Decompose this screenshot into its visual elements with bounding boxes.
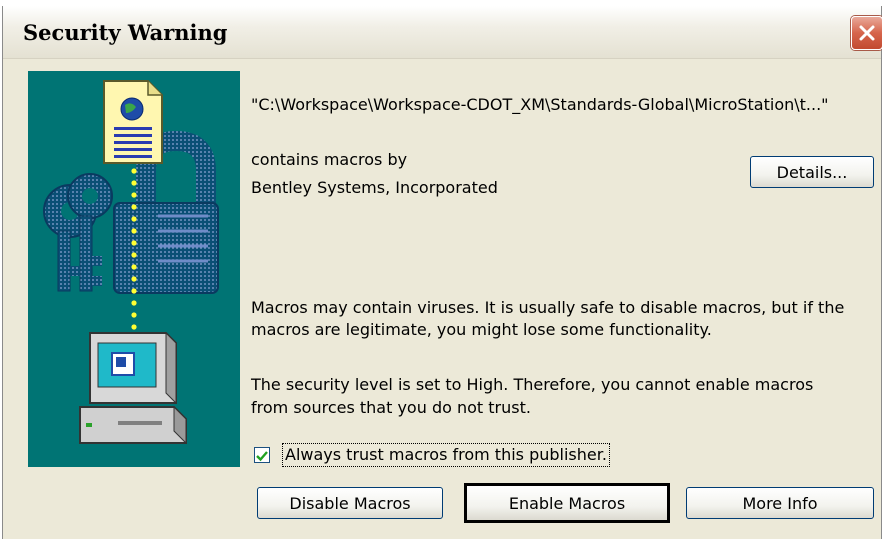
- security-text-line1: The security level is set to High. There…: [251, 375, 814, 394]
- dialog-title: Security Warning: [23, 20, 228, 45]
- details-button[interactable]: Details...: [750, 156, 874, 188]
- contains-macros-label: contains macros by: [251, 150, 408, 169]
- enable-macros-button[interactable]: Enable Macros: [464, 483, 670, 523]
- security-illustration: [28, 71, 240, 467]
- file-path: "C:\Workspace\Workspace-CDOT_XM\Standard…: [251, 95, 829, 114]
- close-icon: [859, 25, 875, 41]
- title-bar[interactable]: Security Warning: [3, 6, 882, 59]
- disable-macros-button[interactable]: Disable Macros: [257, 487, 443, 519]
- publisher-name: Bentley Systems, Incorporated: [251, 178, 498, 197]
- more-info-button[interactable]: More Info: [686, 487, 874, 519]
- warning-text-line1: Macros may contain viruses. It is usuall…: [251, 298, 845, 317]
- checkmark-icon: [256, 451, 268, 462]
- lock-document-computer-illustration: [43, 80, 219, 445]
- close-button[interactable]: [851, 16, 882, 50]
- keys-icon: [43, 173, 113, 292]
- computer-icon: [79, 331, 187, 445]
- trust-publisher-label[interactable]: Always trust macros from this publisher.: [282, 443, 610, 467]
- document-icon: [103, 80, 163, 164]
- security-text-line2: from sources that you do not trust.: [251, 398, 531, 417]
- security-warning-dialog: Security Warning "C:\Workspace\Workspace…: [2, 6, 882, 539]
- warning-text-line2: macros are legitimate, you might lose so…: [251, 320, 712, 339]
- trust-publisher-checkbox[interactable]: [254, 447, 270, 463]
